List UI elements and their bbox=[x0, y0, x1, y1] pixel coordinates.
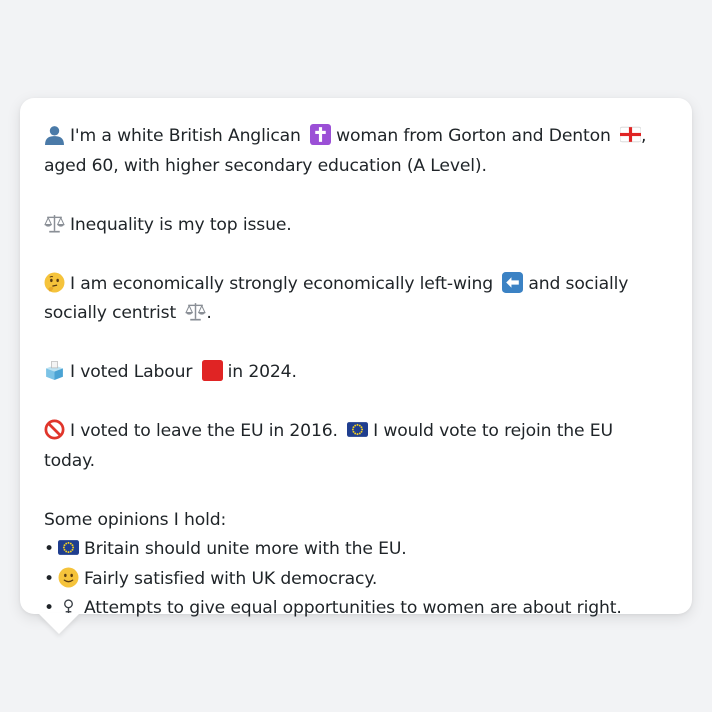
balance-scale-icon-2 bbox=[185, 303, 207, 321]
intro-text-b: woman from Gorton and Denton bbox=[336, 126, 611, 146]
left-arrow-icon bbox=[502, 271, 524, 293]
top-issue-text: Inequality is my top issue. bbox=[70, 214, 292, 235]
opinion-text: Fairly satisfied with UK democracy. bbox=[84, 568, 378, 589]
bullet: • bbox=[44, 568, 54, 589]
top-issue-line: Inequality is my top issue. bbox=[44, 211, 668, 241]
bullet: • bbox=[44, 539, 54, 559]
prohibited-icon bbox=[44, 419, 65, 440]
opinion-text: Attempts to give equal opportunities to … bbox=[84, 598, 622, 618]
message-bubble: I'm a white British Anglican woman from … bbox=[20, 98, 692, 618]
eu-flag-icon bbox=[58, 540, 79, 555]
latin-cross-icon bbox=[310, 124, 332, 145]
ballot-box-icon bbox=[46, 361, 63, 380]
opinion-text: Britain should unite more with the EU. bbox=[84, 539, 407, 559]
red-square-icon bbox=[201, 360, 223, 381]
thinking-face-icon bbox=[44, 272, 65, 292]
eu-line: I voted to leave the EU in 2016. I would… bbox=[44, 417, 668, 476]
economic-line: I am economically strongly economically … bbox=[44, 270, 668, 329]
vote-line: I voted Labour in 2024. bbox=[44, 358, 668, 388]
bust-silhouette-icon bbox=[45, 126, 64, 145]
eu-flag-icon bbox=[347, 422, 369, 437]
vote-text-b: in 2024. bbox=[227, 362, 297, 382]
opinion-item: • Britain should unite more with the EU. bbox=[44, 535, 668, 565]
eu-text-a: I voted to leave the EU in 2016. bbox=[70, 421, 338, 441]
opinion-item: • Fairly satisfied with UK democracy. bbox=[44, 565, 668, 595]
economic-text-a: I am economically strongly economically … bbox=[70, 273, 493, 294]
intro-text-a: I'm a white British Anglican bbox=[70, 126, 301, 146]
opinion-item: • Attempts to give equal opportunities t… bbox=[44, 594, 668, 624]
economic-text-c: . bbox=[206, 303, 212, 323]
opinions-heading: Some opinions I hold: bbox=[44, 509, 227, 530]
bubble-tail bbox=[38, 613, 80, 634]
slightly-smiling-face-icon bbox=[58, 567, 79, 587]
vote-text-a: I voted Labour bbox=[70, 362, 193, 382]
balance-scale-icon bbox=[44, 214, 65, 233]
england-flag-icon bbox=[620, 126, 642, 143]
intro-line: I'm a white British Anglican woman from … bbox=[44, 122, 668, 181]
